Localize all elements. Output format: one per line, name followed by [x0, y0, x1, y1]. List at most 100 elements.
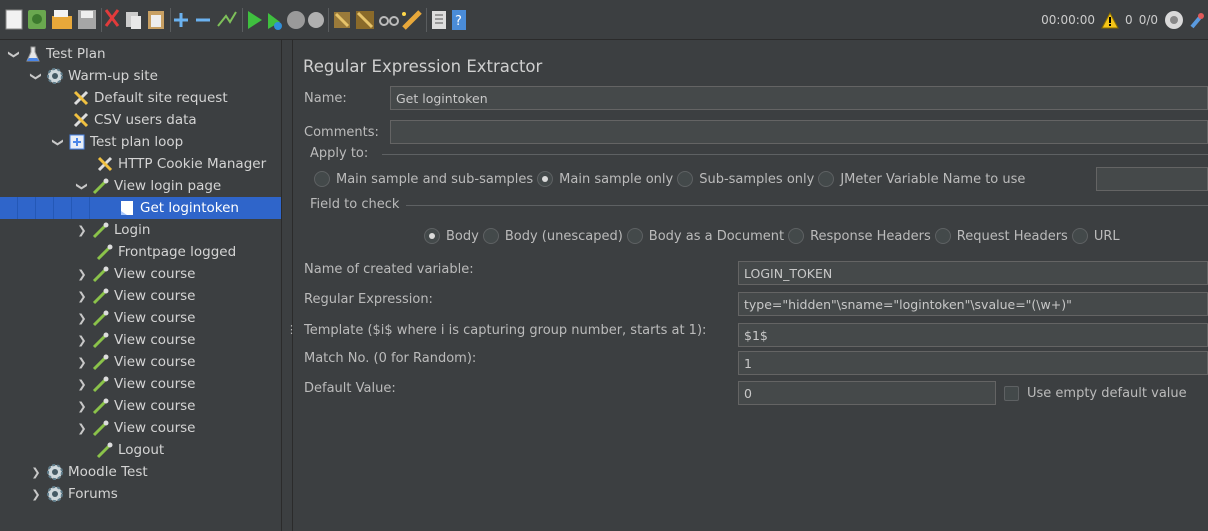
warning-icon[interactable] — [1101, 11, 1119, 29]
radio-main-only[interactable] — [537, 171, 554, 187]
chevron-right-icon[interactable]: ❯ — [30, 488, 42, 501]
radio-url[interactable] — [1071, 228, 1088, 244]
clear-icon[interactable] — [334, 12, 350, 28]
radio-response-headers[interactable] — [788, 228, 805, 244]
tree-item-test-plan[interactable]: ❯ Test Plan — [0, 43, 281, 65]
shutdown-icon[interactable] — [308, 12, 324, 28]
tree-item-logout[interactable]: Logout — [0, 439, 281, 461]
tree-item-view-course[interactable]: ❯ View course — [0, 373, 281, 395]
radio-sub-only[interactable] — [677, 171, 694, 187]
open-icon[interactable] — [52, 10, 72, 29]
search-icon[interactable] — [379, 16, 399, 26]
tree-item-view-course[interactable]: ❯ View course — [0, 351, 281, 373]
name-field[interactable]: Get logintoken — [390, 86, 1208, 110]
chevron-right-icon[interactable]: ❯ — [76, 334, 88, 347]
function-helper-icon[interactable] — [432, 11, 446, 29]
chevron-right-icon[interactable]: ❯ — [76, 422, 88, 435]
chevron-right-icon[interactable]: ❯ — [76, 378, 88, 391]
apply-to-options: Main sample and sub-samples Main sample … — [310, 171, 1025, 187]
pipette-icon — [96, 244, 113, 261]
tree-item-view-course[interactable]: ❯ View course — [0, 263, 281, 285]
pipette-icon — [92, 332, 109, 349]
stop-icon[interactable] — [287, 11, 305, 29]
tree-item-view-course[interactable]: ❯ View course — [0, 417, 281, 439]
tree-item-forums[interactable]: ❯ Forums — [0, 483, 281, 505]
chevron-down-icon[interactable]: ❯ — [52, 136, 65, 148]
tree-item-label: Warm-up site — [68, 68, 158, 84]
tree-item-view-course[interactable]: ❯ View course — [0, 285, 281, 307]
match-no-field[interactable]: 1 — [738, 351, 1208, 375]
chevron-right-icon[interactable]: ❯ — [30, 466, 42, 479]
chevron-right-icon[interactable]: ❯ — [76, 400, 88, 413]
tree-item-get-logintoken[interactable]: Get logintoken — [0, 197, 281, 219]
chevron-right-icon[interactable]: ❯ — [76, 224, 88, 237]
template-field[interactable]: $1$ — [738, 323, 1208, 347]
tree-item-http-cookie-manager[interactable]: HTTP Cookie Manager — [0, 153, 281, 175]
tree-item-moodle-test[interactable]: ❯ Moodle Test — [0, 461, 281, 483]
toolbar-icons: ? — [5, 9, 466, 30]
radio-request-headers[interactable] — [934, 228, 951, 244]
tree-item-label: View course — [114, 266, 196, 282]
radio-main-and-sub[interactable] — [314, 171, 330, 187]
start-icon[interactable] — [248, 11, 262, 29]
tree-item-test-plan-loop[interactable]: ❯ Test plan loop — [0, 131, 281, 153]
expand-icon[interactable] — [174, 13, 188, 27]
extractor-icon — [121, 201, 133, 215]
chevron-down-icon[interactable]: ❯ — [8, 48, 21, 60]
tree-item-view-course[interactable]: ❯ View course — [0, 329, 281, 351]
chevron-down-icon[interactable]: ❯ — [76, 180, 89, 192]
comments-field[interactable] — [390, 120, 1208, 144]
radio-body-as-document[interactable] — [626, 228, 643, 244]
chevron-down-icon[interactable]: ❯ — [30, 70, 43, 82]
start-no-pauses-icon[interactable] — [268, 13, 282, 30]
paste-icon[interactable] — [148, 11, 164, 29]
tree-item-view-course[interactable]: ❯ View course — [0, 395, 281, 417]
regex-field[interactable]: type="hidden"\sname="logintoken"\svalue=… — [738, 292, 1208, 316]
chevron-right-icon[interactable]: ❯ — [76, 268, 88, 281]
jmeter-variable-field[interactable] — [1096, 167, 1208, 191]
new-icon[interactable] — [5, 9, 23, 30]
toolbar-separator — [242, 8, 243, 32]
group-border — [382, 154, 1208, 155]
tree-item-label: View course — [114, 332, 196, 348]
chevron-right-icon[interactable]: ❯ — [76, 290, 88, 303]
cut-icon[interactable] — [104, 9, 120, 27]
templates-icon[interactable] — [28, 10, 46, 29]
tree-item-login[interactable]: ❯ Login — [0, 219, 281, 241]
test-plan-tree: ❯ Test Plan ❯ Warm-up site Default site … — [0, 40, 281, 531]
tree-item-frontpage-logged[interactable]: Frontpage logged — [0, 241, 281, 263]
split-pane-divider[interactable]: ⋮ — [281, 40, 297, 531]
tools-icon — [97, 156, 113, 172]
tree-item-label: HTTP Cookie Manager — [118, 156, 267, 172]
radio-body[interactable] — [424, 228, 440, 244]
reset-search-icon[interactable] — [402, 10, 422, 30]
gear-icon — [47, 486, 63, 502]
tools-icon — [73, 90, 89, 106]
help-icon[interactable]: ? — [452, 10, 466, 30]
tree-item-csv-users-data[interactable]: CSV users data — [0, 109, 281, 131]
tree-item-label: Test Plan — [46, 46, 106, 62]
log-viewer-icon[interactable] — [1190, 11, 1204, 29]
radio-body-unescaped[interactable] — [482, 228, 499, 244]
tree-item-view-course[interactable]: ❯ View course — [0, 307, 281, 329]
empty-default-checkbox[interactable] — [1004, 386, 1019, 401]
tree-item-view-login-page[interactable]: ❯ View login page — [0, 175, 281, 197]
tree-item-label: Test plan loop — [90, 134, 184, 150]
tree-item-label: CSV users data — [94, 112, 197, 128]
save-icon[interactable] — [78, 10, 96, 29]
tree-item-warm-up-site[interactable]: ❯ Warm-up site — [0, 65, 281, 87]
gear-icon — [47, 68, 63, 84]
clear-all-icon[interactable] — [356, 11, 374, 29]
chevron-right-icon[interactable]: ❯ — [76, 312, 88, 325]
default-value-label: Default Value: — [304, 381, 396, 396]
radio-jmeter-variable[interactable] — [818, 171, 835, 187]
field-to-check-label: Field to check — [310, 197, 400, 212]
pipette-icon — [92, 288, 109, 305]
tree-item-label: View course — [114, 376, 196, 392]
tree-item-default-site-request[interactable]: Default site request — [0, 87, 281, 109]
copy-icon[interactable] — [126, 12, 141, 29]
default-value-field[interactable]: 0 — [738, 381, 996, 405]
toggle-icon[interactable] — [217, 11, 237, 27]
variable-name-field[interactable]: LOGIN_TOKEN — [738, 261, 1208, 285]
chevron-right-icon[interactable]: ❯ — [76, 356, 88, 369]
